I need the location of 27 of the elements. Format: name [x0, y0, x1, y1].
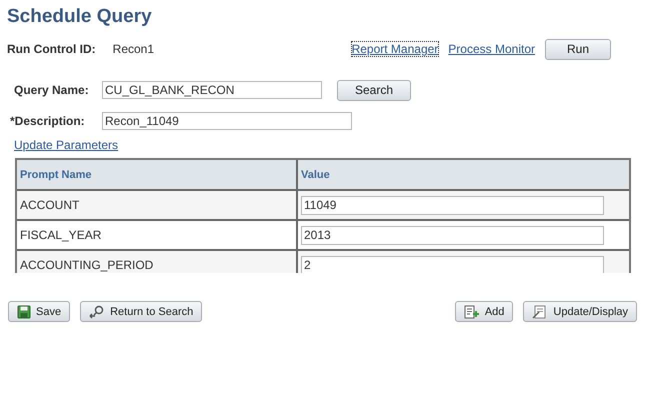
- input-field[interactable]: CU_GL_BANK_RECON: [102, 81, 322, 99]
- run-button[interactable]: Run: [545, 38, 611, 60]
- input-field[interactable]: 2013: [301, 226, 604, 244]
- document-plus-icon: [464, 304, 480, 318]
- toolbar-button[interactable]: Add: [454, 301, 514, 322]
- input-field[interactable]: Recon_11049: [102, 112, 352, 130]
- field-value: Recon1: [112, 42, 154, 56]
- magnifier-arrow-icon: [89, 304, 106, 318]
- toolbar-button[interactable]: Save: [8, 301, 70, 322]
- field-label: Query Name:: [14, 83, 90, 97]
- table-cell: ACCOUNTING_PERIOD: [17, 251, 298, 273]
- document-pencil-icon: [532, 304, 548, 318]
- toolbar-button[interactable]: Return to Search: [80, 301, 202, 322]
- search-button[interactable]: Search: [337, 80, 411, 100]
- column-header: Value: [300, 168, 331, 182]
- input-field[interactable]: 2: [301, 256, 604, 273]
- table-cell: FISCAL_YEAR: [17, 221, 298, 249]
- table-cell: ACCOUNT: [17, 191, 298, 219]
- page-title: Schedule Query: [7, 6, 153, 29]
- field-label: *Description:: [10, 114, 86, 128]
- link[interactable]: Process Monitor: [448, 42, 535, 56]
- input-field[interactable]: 11049: [301, 196, 604, 214]
- column-header: Prompt Name: [17, 160, 298, 189]
- field-label: Run Control ID:: [7, 42, 96, 56]
- toolbar-button[interactable]: Update/Display: [523, 301, 637, 322]
- link[interactable]: Update Parameters: [14, 138, 118, 152]
- link[interactable]: Report Manager: [352, 42, 438, 56]
